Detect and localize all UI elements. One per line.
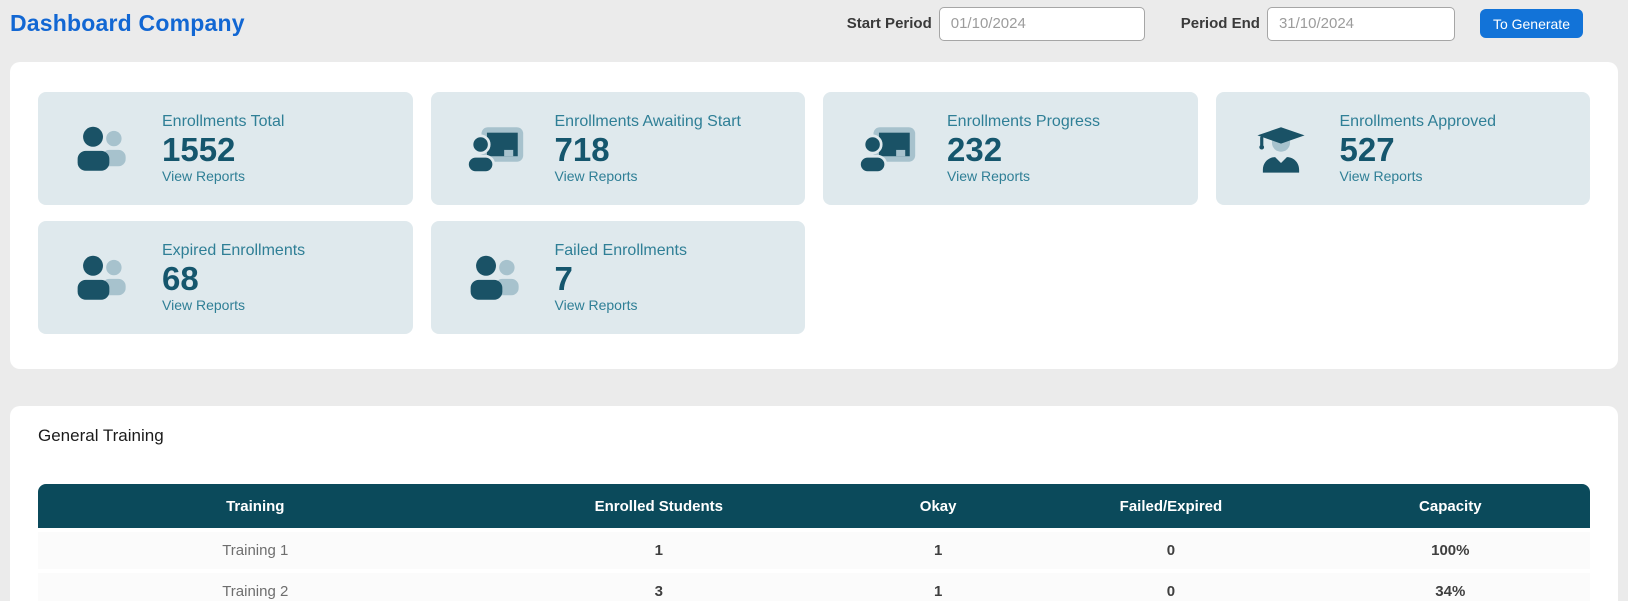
table-cell: 1: [473, 532, 845, 569]
column-header: Enrolled Students: [473, 484, 845, 528]
training-name-cell: Training 1: [38, 532, 473, 569]
start-period-input[interactable]: [939, 7, 1145, 41]
column-header: Failed/Expired: [1031, 484, 1310, 528]
table-header-row: TrainingEnrolled StudentsOkayFailed/Expi…: [38, 484, 1590, 528]
period-end-label: Period End: [1181, 15, 1260, 32]
stat-card: Enrollments Approved 527 View Reports: [1216, 92, 1591, 205]
stat-card: Failed Enrollments 7 View Reports: [431, 221, 806, 334]
card-label: Enrollments Approved: [1340, 113, 1497, 131]
stat-card: Enrollments Awaiting Start 718 View Repo…: [431, 92, 806, 205]
view-reports-link[interactable]: View Reports: [162, 297, 305, 313]
column-header: Capacity: [1311, 484, 1590, 528]
view-reports-link[interactable]: View Reports: [1340, 168, 1497, 184]
start-period-label: Start Period: [847, 15, 932, 32]
topbar: Dashboard Company Start Period Period En…: [0, 0, 1628, 47]
chalkboard-teacher-icon: [467, 125, 525, 173]
card-value: 68: [162, 260, 305, 298]
card-label: Enrollments Progress: [947, 113, 1100, 131]
table-cell: 1: [845, 532, 1031, 569]
period-end-input[interactable]: [1267, 7, 1455, 41]
training-name-cell: Training 2: [38, 573, 473, 601]
stat-card: Expired Enrollments 68 View Reports: [38, 221, 413, 334]
card-value: 7: [555, 260, 688, 298]
view-reports-link[interactable]: View Reports: [162, 168, 284, 184]
column-header: Training: [38, 484, 473, 528]
card-value: 718: [555, 131, 741, 169]
table-cell: 1: [845, 573, 1031, 601]
training-panel: General Training TrainingEnrolled Studen…: [10, 406, 1618, 601]
table-cell: 0: [1031, 532, 1310, 569]
card-value: 1552: [162, 131, 284, 169]
stat-card: Enrollments Progress 232 View Reports: [823, 92, 1198, 205]
table-cell: 3: [473, 573, 845, 601]
cards-grid: Enrollments Total 1552 View Reports Enro…: [38, 92, 1590, 334]
users-icon: [74, 254, 132, 302]
chalkboard-teacher-icon: [859, 125, 917, 173]
dashboard-page: Dashboard Company Start Period Period En…: [0, 0, 1628, 601]
card-label: Enrollments Awaiting Start: [555, 113, 741, 131]
stat-card: Enrollments Total 1552 View Reports: [38, 92, 413, 205]
table-row: Training 1110100%: [38, 532, 1590, 569]
view-reports-link[interactable]: View Reports: [555, 168, 741, 184]
table-cell: 34%: [1311, 573, 1590, 601]
card-label: Expired Enrollments: [162, 242, 305, 260]
card-value: 232: [947, 131, 1100, 169]
card-value: 527: [1340, 131, 1497, 169]
view-reports-link[interactable]: View Reports: [947, 168, 1100, 184]
table-cell: 0: [1031, 573, 1310, 601]
stats-panel: Enrollments Total 1552 View Reports Enro…: [10, 62, 1618, 369]
training-table: TrainingEnrolled StudentsOkayFailed/Expi…: [38, 480, 1590, 601]
card-label: Failed Enrollments: [555, 242, 688, 260]
section-title: General Training: [38, 426, 1590, 446]
users-icon: [74, 125, 132, 173]
card-label: Enrollments Total: [162, 113, 284, 131]
user-graduate-icon: [1252, 125, 1310, 173]
view-reports-link[interactable]: View Reports: [555, 297, 688, 313]
users-icon: [467, 254, 525, 302]
start-period-field: Start Period: [847, 7, 1145, 41]
period-end-field: Period End: [1181, 7, 1455, 41]
table-row: Training 231034%: [38, 573, 1590, 601]
page-title: Dashboard Company: [10, 10, 245, 37]
table-cell: 100%: [1311, 532, 1590, 569]
column-header: Okay: [845, 484, 1031, 528]
generate-button[interactable]: To Generate: [1480, 9, 1583, 38]
